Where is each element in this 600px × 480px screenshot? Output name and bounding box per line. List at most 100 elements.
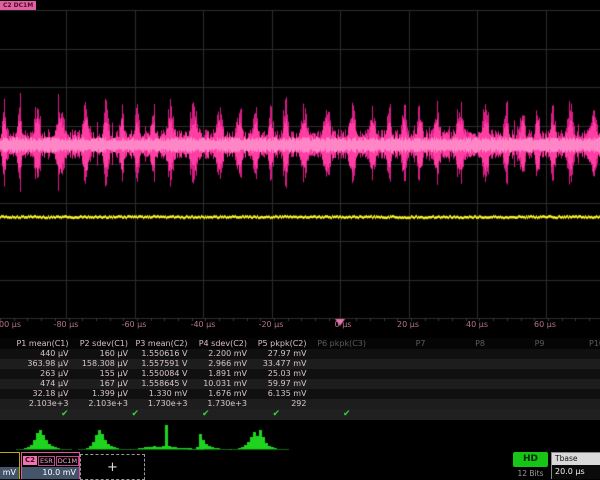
measure-value-cell: 474 µV <box>12 379 72 389</box>
measure-value-cell <box>488 349 548 359</box>
measure-value-cell <box>310 399 370 409</box>
measure-value-cell: 160 µV <box>72 349 132 359</box>
measure-value-cell <box>548 349 600 359</box>
axis-label: -60 µs <box>122 320 147 329</box>
measure-header-p4[interactable]: P4 sdev(C2) <box>191 338 251 349</box>
plus-icon: + <box>107 460 118 475</box>
channel-c2-descriptor[interactable]: C2 ESR DC1M 10.0 mV <box>21 452 80 479</box>
measure-value-cell: 1.891 mV <box>191 369 251 379</box>
axis-label: 40 µs <box>466 320 488 329</box>
measure-status-check <box>435 409 506 420</box>
measure-value-cell <box>310 349 370 359</box>
measure-value-cell: 2.200 mV <box>191 349 251 359</box>
axis-label: -20 µs <box>259 320 284 329</box>
measure-value-cell <box>488 389 548 399</box>
c1-vdiv-value: 10.0 mV <box>0 467 19 479</box>
hd-mode-button[interactable]: HD <box>513 452 548 467</box>
measure-value-cell <box>369 399 429 409</box>
measure-status-check <box>576 409 600 420</box>
measure-value-cell <box>548 379 600 389</box>
measure-value-cell: 27.97 mV <box>250 349 310 359</box>
measure-value-cell: 32.18 µV <box>12 389 72 399</box>
measure-value-cell: 167 µV <box>72 379 132 389</box>
measure-value-cell: 25.03 mV <box>250 369 310 379</box>
measure-value-cell <box>369 369 429 379</box>
measure-value-cell: 2.103e+3 <box>72 399 132 409</box>
measure-value-cell <box>369 379 429 389</box>
measure-status-check: ✔ <box>83 409 154 420</box>
measurement-table: P1 mean(C1)P2 sdev(C1)P3 mean(C2)P4 sdev… <box>0 338 600 420</box>
measure-value-cell <box>429 399 489 409</box>
measure-value-cell: 1.550616 V <box>131 349 191 359</box>
measure-value-cell <box>369 349 429 359</box>
axis-label: -80 µs <box>54 320 79 329</box>
measure-value-cell: 1.676 mV <box>191 389 251 399</box>
selected-trace-badge[interactable]: C2 DC1M <box>0 1 36 10</box>
measure-header-p7[interactable]: P7 <box>369 338 429 349</box>
measure-value-cell <box>429 389 489 399</box>
measure-value-cell <box>310 369 370 379</box>
measure-header-p8[interactable]: P8 <box>429 338 489 349</box>
axis-label: 0 µs <box>335 320 352 329</box>
measure-value-cell <box>310 389 370 399</box>
measure-value-cell: 2.103e+3 <box>12 399 72 409</box>
measurement-histicons <box>0 420 600 454</box>
table-row: 2.103e+32.103e+31.730e+31.730e+3292 <box>0 399 600 409</box>
measure-value-cell: 33.477 mV <box>250 359 310 369</box>
measure-value-cell: 440 µV <box>12 349 72 359</box>
measure-header-p9[interactable]: P9 <box>488 338 548 349</box>
measure-header-p3[interactable]: P3 mean(C2) <box>131 338 191 349</box>
measure-value-cell <box>548 389 600 399</box>
measure-value-cell: 1.730e+3 <box>131 399 191 409</box>
c2-vdiv-value: 10.0 mV <box>22 467 79 479</box>
table-row: 363.98 µV158.308 µV1.557591 V2.966 mV33.… <box>0 359 600 369</box>
measure-value-cell: 158.308 µV <box>72 359 132 369</box>
measure-value-cell: 155 µV <box>72 369 132 379</box>
measure-status-check: ✔ <box>153 409 224 420</box>
table-row: 32.18 µV1.399 µV1.330 mV1.676 mV6.135 mV <box>0 389 600 399</box>
axis-label: -40 µs <box>191 320 216 329</box>
measure-value-cell <box>310 359 370 369</box>
measure-value-cell: 6.135 mV <box>250 389 310 399</box>
table-row: 263 µV155 µV1.550084 V1.891 mV25.03 mV <box>0 369 600 379</box>
timebase-axis: 00 µs-80 µs-60 µs-40 µs-20 µs0 µs20 µs40… <box>0 319 600 332</box>
measure-status-check: ✔ <box>224 409 295 420</box>
measure-value-cell <box>429 349 489 359</box>
table-row: P1 mean(C1)P2 sdev(C1)P3 mean(C2)P4 sdev… <box>0 338 600 349</box>
measure-value-cell: 2.966 mV <box>191 359 251 369</box>
measure-value-cell: 1.399 µV <box>72 389 132 399</box>
measure-value-cell <box>429 379 489 389</box>
axis-label: 00 µs <box>0 320 21 329</box>
measure-value-cell <box>488 359 548 369</box>
measure-status-check: ✔ <box>294 409 365 420</box>
measure-value-cell <box>488 399 548 409</box>
table-row: 440 µV160 µV1.550616 V2.200 mV27.97 mV <box>0 349 600 359</box>
hd-bits-label: 12 Bits <box>513 469 548 478</box>
measure-value-cell <box>488 369 548 379</box>
measure-value-cell: 263 µV <box>12 369 72 379</box>
measure-value-cell: 59.97 mV <box>250 379 310 389</box>
add-trace-box[interactable]: + <box>80 454 145 480</box>
waveform-display[interactable] <box>0 0 600 332</box>
measure-value-cell <box>429 359 489 369</box>
measure-header-p10[interactable]: P10 <box>548 338 600 349</box>
measure-header-p2[interactable]: P2 sdev(C1) <box>72 338 132 349</box>
measure-status-check <box>506 409 577 420</box>
measure-value-cell: 363.98 µV <box>12 359 72 369</box>
measure-value-cell <box>548 399 600 409</box>
c2-coupling-token: DC1M <box>56 456 79 466</box>
measure-header-p1[interactable]: P1 mean(C1) <box>12 338 72 349</box>
measure-value-cell <box>369 389 429 399</box>
channel-c1-descriptor[interactable]: DC1M 10.0 mV <box>0 452 20 479</box>
table-row: 474 µV167 µV1.558645 V10.031 mV59.97 mV <box>0 379 600 389</box>
measure-value-cell <box>429 369 489 379</box>
measure-header-p6[interactable]: P6 pkpk(C3) <box>310 338 370 349</box>
measure-status-check: ✔ <box>12 409 83 420</box>
measure-value-cell <box>548 359 600 369</box>
measure-header-p5[interactable]: P5 pkpk(C2) <box>250 338 310 349</box>
measure-value-cell: 1.330 mV <box>131 389 191 399</box>
measure-value-cell: 292 <box>250 399 310 409</box>
timebase-descriptor[interactable]: Tbase 20.0 µs <box>551 452 600 479</box>
timebase-value: 20.0 µs <box>552 465 600 479</box>
measure-value-cell: 1.557591 V <box>131 359 191 369</box>
